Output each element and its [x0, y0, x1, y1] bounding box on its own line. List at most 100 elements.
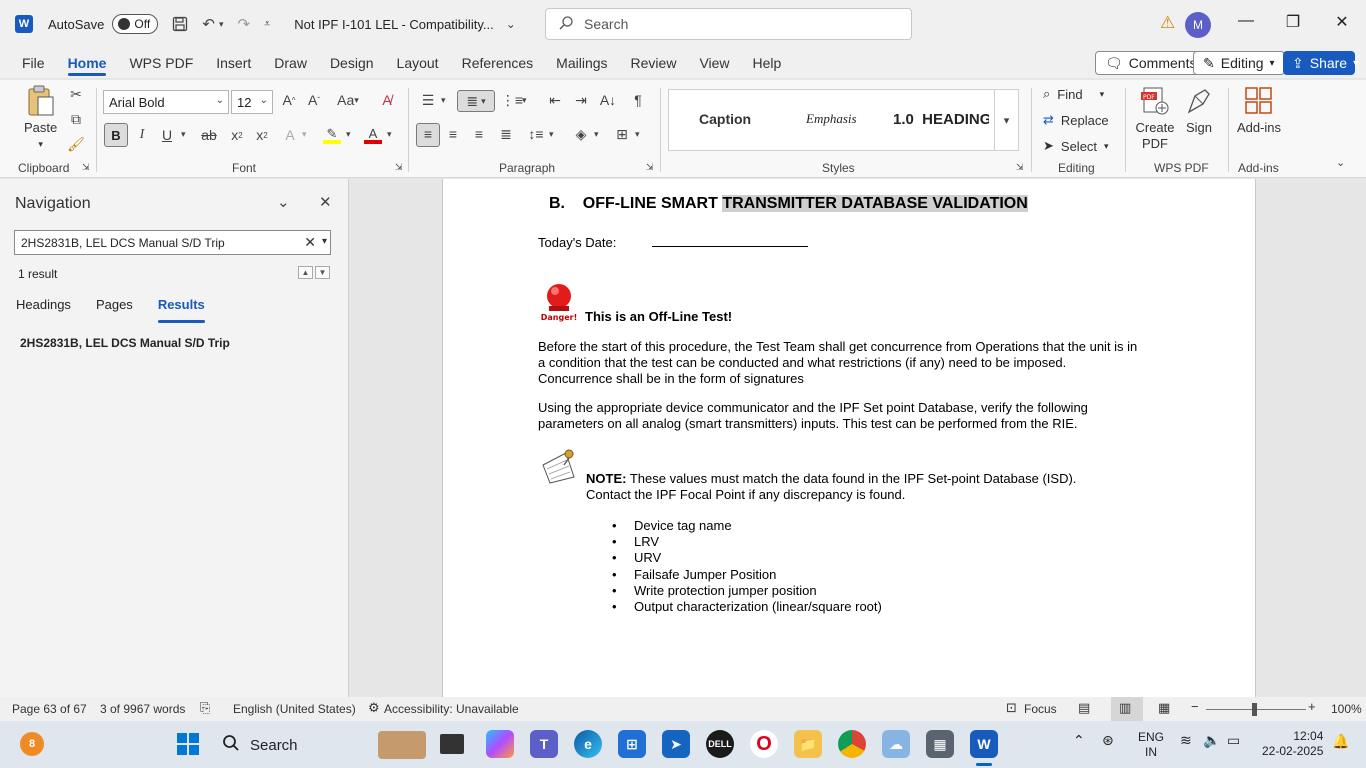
tab-review[interactable]: Review [631, 48, 677, 78]
dialog-launcher-icon[interactable]: ⇲ [395, 162, 403, 173]
share-button[interactable]: ⇪ Share ▾ [1283, 51, 1358, 75]
teams-icon[interactable]: T [530, 730, 558, 758]
clock[interactable]: 12:04 22-02-2025 [1262, 729, 1323, 759]
wifi-icon[interactable]: ≋ [1180, 732, 1192, 749]
create-pdf-button[interactable]: PDF Create PDF [1134, 86, 1176, 152]
grow-font-icon[interactable]: A ^ [280, 92, 298, 108]
show-hidden-icons[interactable]: ⌃ [1073, 732, 1085, 749]
chevron-down-icon[interactable]: ▾ [635, 129, 640, 140]
language[interactable]: English (United States) [233, 702, 356, 716]
dialog-launcher-icon[interactable]: ⇲ [1016, 162, 1024, 173]
chevron-down-icon[interactable]: ▾ [346, 129, 351, 140]
superscript-icon[interactable]: x2 [253, 127, 271, 143]
page-count[interactable]: Page 63 of 67 [12, 702, 87, 716]
shading-icon[interactable]: ◈ [571, 126, 591, 143]
chevron-down-icon[interactable]: ▾ [322, 236, 327, 247]
strikethrough-icon[interactable]: ab [200, 127, 218, 143]
print-layout-button[interactable]: ▥ [1111, 697, 1143, 721]
chevron-down-icon[interactable]: ▾ [181, 129, 186, 140]
start-icon[interactable] [174, 730, 202, 758]
align-center-icon[interactable]: ≡ [444, 126, 462, 142]
network-status-icon[interactable]: ⊛ [1102, 732, 1114, 749]
close-icon[interactable]: ✕ [319, 193, 332, 211]
edge-icon[interactable]: e [574, 730, 602, 758]
dialog-launcher-icon[interactable]: ⇲ [646, 162, 654, 173]
chevron-down-icon[interactable]: ▾ [522, 95, 527, 106]
decrease-indent-icon[interactable]: ⇤ [545, 92, 565, 109]
chevron-down-icon[interactable]: ⌄ [506, 17, 516, 31]
collapse-ribbon-icon[interactable]: ⌄ [1336, 156, 1345, 169]
zoom-in-icon[interactable]: + [1308, 699, 1316, 714]
tab-file[interactable]: File [22, 48, 45, 78]
accessibility-icon[interactable]: ⚙ [368, 700, 380, 716]
format-painter-icon[interactable]: 🖌 [67, 136, 85, 152]
borders-icon[interactable]: ⊞ [612, 126, 632, 143]
warning-icon[interactable]: ⚠ [1160, 14, 1178, 32]
tab-pages[interactable]: Pages [96, 297, 133, 323]
style-emphasis[interactable]: Emphasis [806, 111, 857, 127]
tab-design[interactable]: Design [330, 48, 374, 78]
previous-result-icon[interactable]: ▲ [298, 266, 313, 279]
font-color-icon[interactable]: A [363, 125, 383, 145]
italic-button[interactable]: I [135, 127, 149, 143]
taskbar-search[interactable]: Search [216, 729, 426, 761]
undo-dropdown-icon[interactable]: ▾ [219, 19, 224, 30]
store-icon[interactable]: ⊞ [618, 730, 646, 758]
save-icon[interactable] [172, 16, 188, 32]
chevron-down-icon[interactable]: ▾ [387, 129, 392, 140]
read-mode-icon[interactable]: ▤ [1078, 700, 1090, 716]
tab-home[interactable]: Home [67, 48, 106, 78]
document-page[interactable]: B. OFF-LINE SMART TRANSMITTER DATABASE V… [442, 179, 1256, 697]
arrow-app-icon[interactable]: ➤ [662, 730, 690, 758]
font-size-select[interactable]: 12 ⌄ [231, 90, 273, 114]
widgets-icon[interactable]: 8 [20, 732, 44, 756]
dell-icon[interactable]: DELL [706, 730, 734, 758]
replace-button[interactable]: ⇄ Replace [1043, 112, 1109, 128]
restore-icon[interactable]: ❐ [1283, 12, 1303, 32]
tab-view[interactable]: View [699, 48, 729, 78]
undo-icon[interactable]: ↶ [202, 15, 215, 33]
chevron-down-icon[interactable]: ▾ [549, 129, 554, 140]
chevron-down-icon[interactable]: ⌄ [277, 193, 290, 211]
addins-button[interactable]: Add-ins [1236, 86, 1282, 136]
font-name-select[interactable]: Arial Bold ⌄ [103, 90, 229, 114]
style-caption[interactable]: Caption [699, 111, 751, 127]
line-spacing-icon[interactable]: ↕≡ [526, 126, 546, 142]
file-explorer-icon[interactable]: 📁 [794, 730, 822, 758]
chrome-icon[interactable] [838, 730, 866, 758]
autosave-toggle[interactable]: Off [112, 14, 159, 34]
align-right-icon[interactable]: ≡ [470, 126, 488, 142]
chevron-down-icon[interactable]: ▾ [594, 129, 599, 140]
sign-button[interactable]: Sign [1182, 86, 1216, 136]
cut-icon[interactable]: ✂ [68, 86, 84, 102]
subscript-icon[interactable]: x2 [228, 127, 246, 143]
tab-wps-pdf[interactable]: WPS PDF [129, 48, 193, 78]
highlight-color-icon[interactable]: ✎ [322, 125, 342, 145]
tab-results[interactable]: Results [157, 297, 205, 323]
bold-button[interactable]: B [104, 123, 128, 147]
select-button[interactable]: ➤ Select ▾ [1043, 138, 1109, 154]
increase-indent-icon[interactable]: ⇥ [571, 92, 591, 109]
input-language[interactable]: ENG IN [1138, 730, 1164, 760]
weather-app-icon[interactable]: ☁ [882, 730, 910, 758]
battery-icon[interactable]: ▭ [1227, 732, 1240, 749]
sort-icon[interactable]: A↓ [598, 92, 618, 108]
search-box[interactable]: Search [545, 8, 912, 40]
comments-button[interactable]: 🗨 Comments [1095, 51, 1207, 75]
volume-icon[interactable]: 🔈 [1203, 732, 1220, 749]
document-title[interactable]: Not IPF I-101 LEL - Compatibility... [294, 17, 493, 32]
style-heading-1[interactable]: 1.0 HEADING [893, 111, 989, 128]
zoom-slider-handle[interactable] [1252, 703, 1257, 716]
align-left-button[interactable]: ≡ [416, 123, 440, 147]
numbering-icon[interactable]: ≣ ▾ [457, 90, 495, 112]
word-taskbar-icon[interactable]: W [970, 730, 998, 758]
web-layout-icon[interactable]: ▦ [1158, 700, 1170, 716]
word-count[interactable]: 3 of 9967 words [100, 702, 185, 716]
paste-button[interactable]: Paste ▾ [24, 85, 57, 152]
dialog-launcher-icon[interactable]: ⇲ [82, 162, 90, 173]
show-formatting-icon[interactable]: ¶ [629, 92, 647, 108]
proofing-icon[interactable]: ⎘ [200, 700, 210, 716]
customize-toolbar-icon[interactable]: ⩡ [264, 18, 270, 31]
search-result-item[interactable]: 2HS2831B, LEL DCS Manual S/D Trip [20, 336, 230, 350]
tab-help[interactable]: Help [753, 48, 782, 78]
